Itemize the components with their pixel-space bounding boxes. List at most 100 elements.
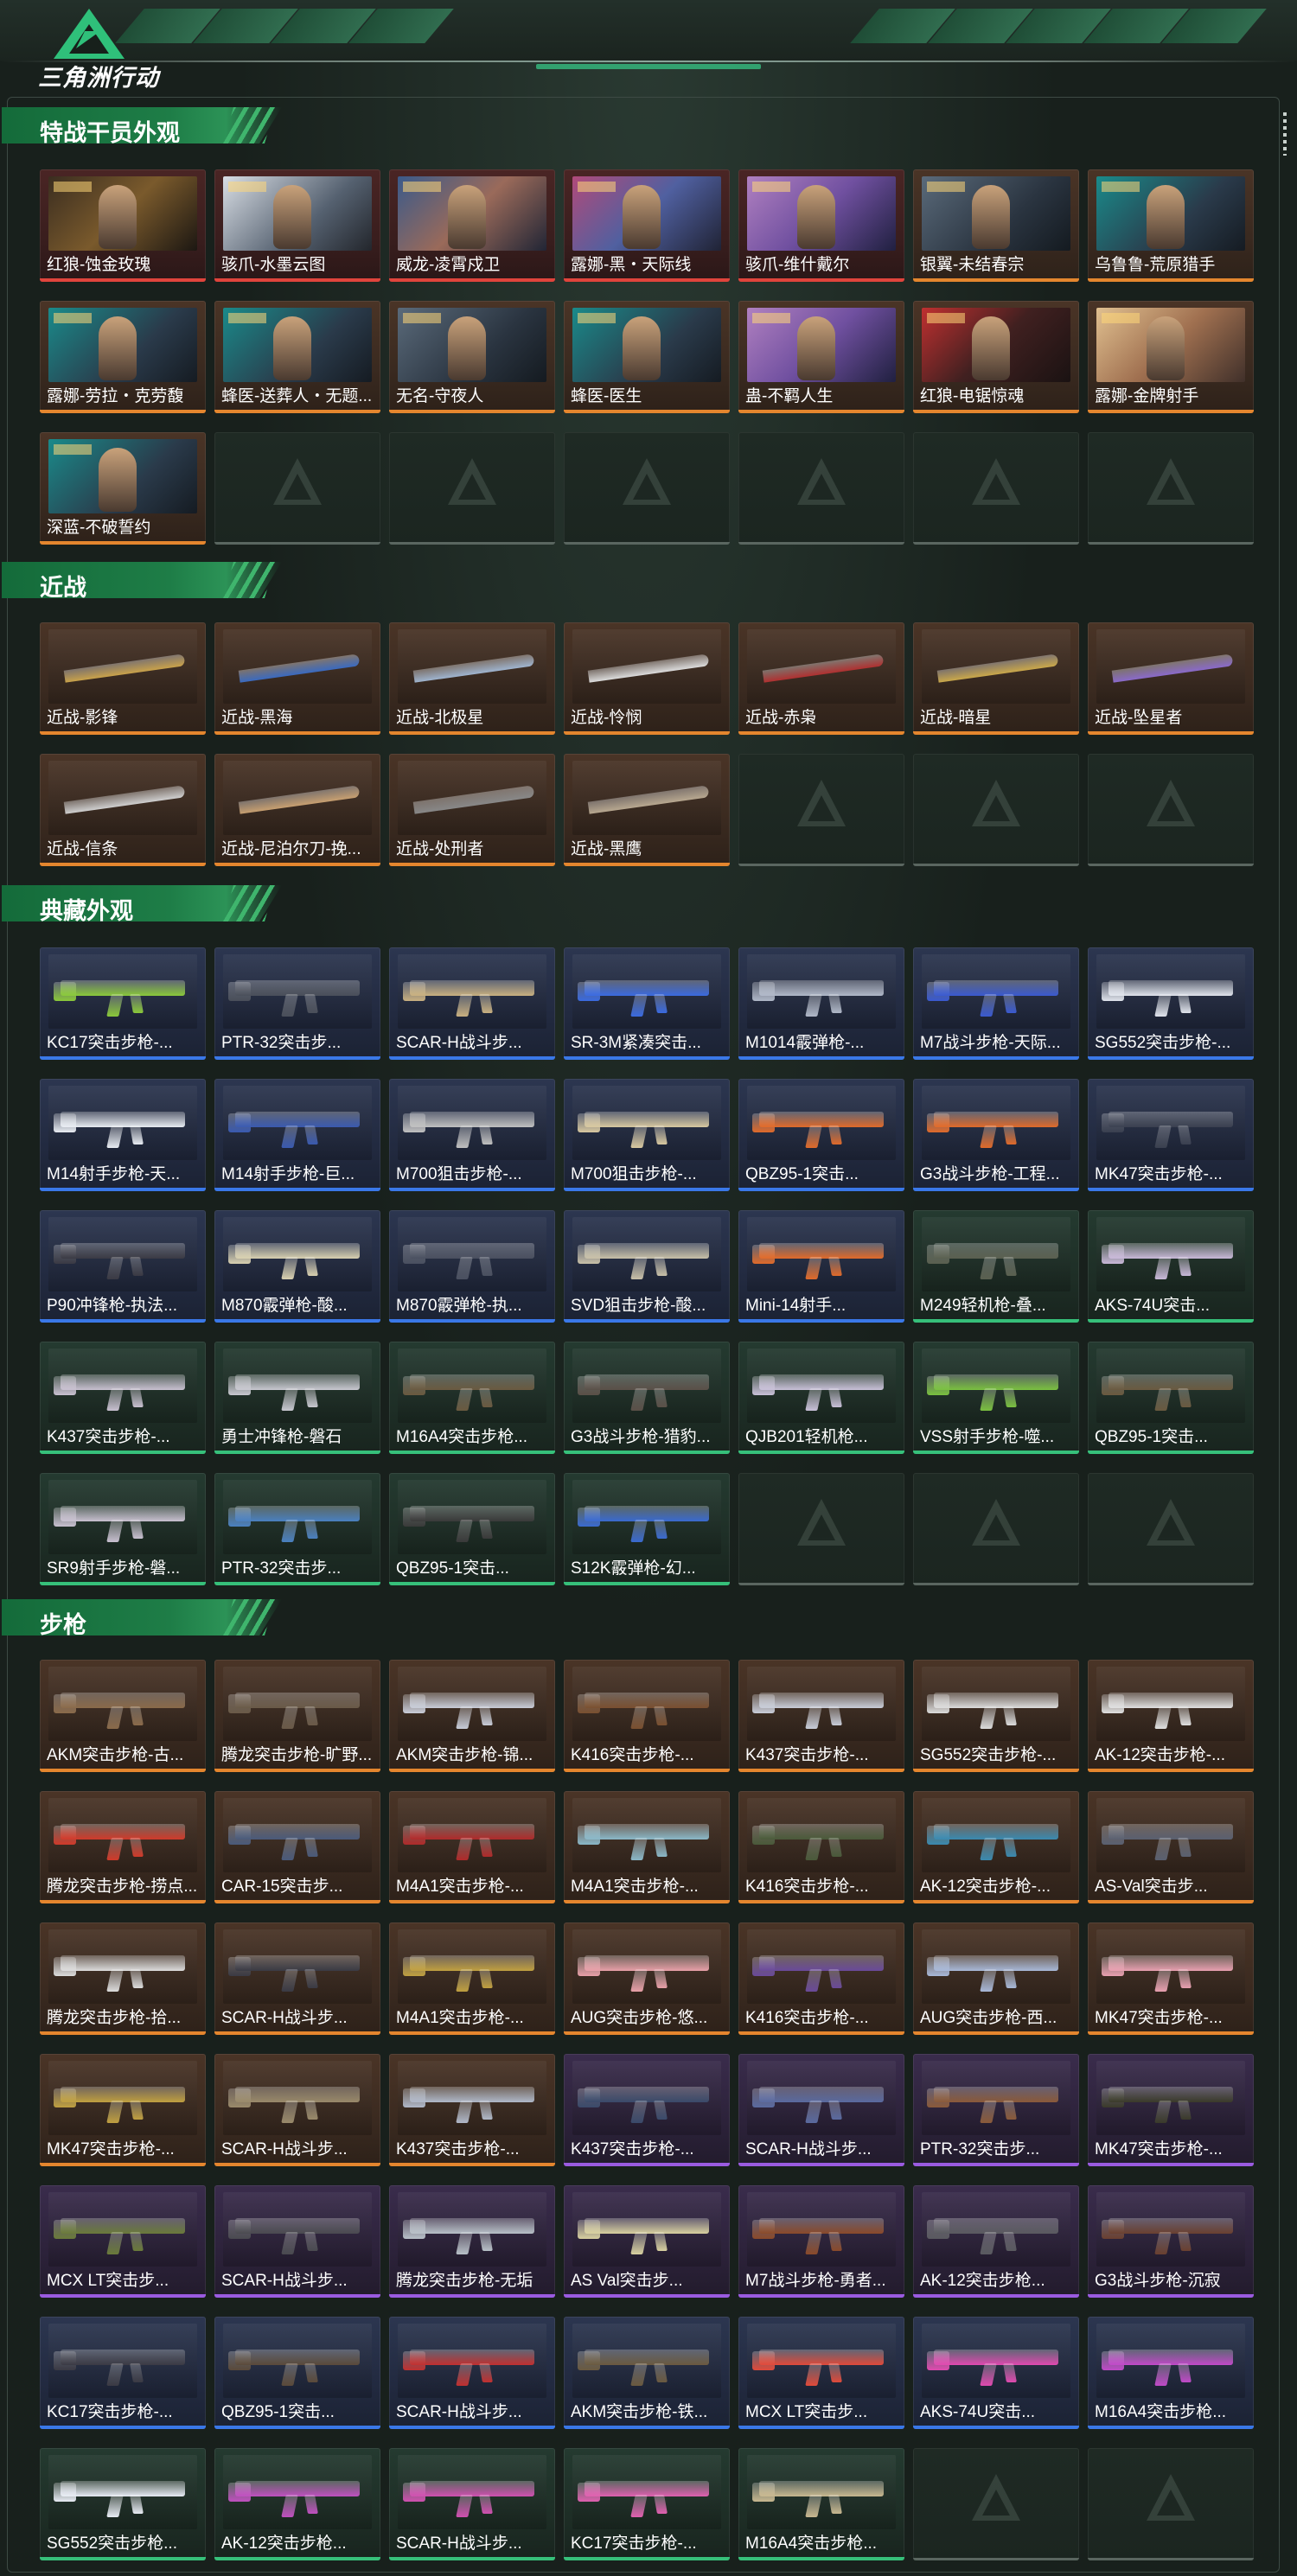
skin-card[interactable]: KC17突击步枪-... [40, 2317, 206, 2429]
skin-card[interactable]: 近战-怜悯 [564, 622, 730, 735]
skin-card[interactable]: SCAR-H战斗步... [214, 2054, 380, 2166]
skin-card[interactable]: 腾龙突击步枪-无垢 [389, 2185, 555, 2298]
scrollbar[interactable] [1283, 112, 1287, 156]
skin-card[interactable]: K416突击步枪-... [564, 1660, 730, 1772]
skin-card[interactable]: SVD狙击步枪-酸... [564, 1210, 730, 1323]
skin-card[interactable]: MK47突击步枪-... [1088, 1079, 1254, 1191]
skin-card[interactable]: SG552突击步枪-... [913, 1660, 1079, 1772]
skin-card[interactable]: SG552突击步枪-... [1088, 947, 1254, 1060]
skin-card[interactable]: AKM突击步枪-锦... [389, 1660, 555, 1772]
skin-card[interactable]: 腾龙突击步枪-拾... [40, 1922, 206, 2035]
skin-card[interactable]: AKM突击步枪-铁... [564, 2317, 730, 2429]
skin-card[interactable]: MCX LT突击步... [738, 2317, 904, 2429]
skin-card[interactable]: SCAR-H战斗步... [389, 947, 555, 1060]
skin-card[interactable]: K437突击步枪-... [389, 2054, 555, 2166]
skin-card[interactable]: AKS-74U突击... [913, 2317, 1079, 2429]
skin-card[interactable]: 露娜-黑・天际线 [564, 169, 730, 282]
skin-card[interactable]: QJB201轻机枪... [738, 1342, 904, 1454]
skin-card[interactable]: SCAR-H战斗步... [738, 2054, 904, 2166]
skin-card[interactable]: MK47突击步枪-... [1088, 2054, 1254, 2166]
skin-card[interactable]: VSS射手步枪-噬... [913, 1342, 1079, 1454]
skin-card[interactable]: AK-12突击步枪-... [1088, 1660, 1254, 1772]
skin-card[interactable]: 近战-暗星 [913, 622, 1079, 735]
skin-card[interactable]: K437突击步枪-... [40, 1342, 206, 1454]
skin-card[interactable]: KC17突击步枪-... [40, 947, 206, 1060]
skin-card[interactable]: 近战-影锋 [40, 622, 206, 735]
skin-card[interactable]: M700狙击步枪-... [564, 1079, 730, 1191]
skin-card[interactable]: AS Val突击步... [564, 2185, 730, 2298]
skin-card[interactable]: 骇爪-水墨云图 [214, 169, 380, 282]
skin-card[interactable]: M4A1突击步枪-... [389, 1791, 555, 1903]
skin-card[interactable]: M14射手步枪-天... [40, 1079, 206, 1191]
skin-card[interactable]: 深蓝-不破誓约 [40, 432, 206, 545]
skin-card[interactable]: 腾龙突击步枪-捞点... [40, 1791, 206, 1903]
skin-card[interactable]: M7战斗步枪-天际... [913, 947, 1079, 1060]
skin-card[interactable]: 红狼-电锯惊魂 [913, 301, 1079, 413]
skin-card[interactable]: M16A4突击步枪... [738, 2448, 904, 2560]
skin-card[interactable]: MCX LT突击步... [40, 2185, 206, 2298]
skin-card[interactable]: M870霰弹枪-执... [389, 1210, 555, 1323]
skin-card[interactable]: SR-3M紧凑突击... [564, 947, 730, 1060]
skin-card[interactable]: 腾龙突击步枪-旷野... [214, 1660, 380, 1772]
skin-card[interactable]: QBZ95-1突击... [1088, 1342, 1254, 1454]
skin-card[interactable]: 银翼-未结春宗 [913, 169, 1079, 282]
skin-card[interactable]: P90冲锋枪-执法... [40, 1210, 206, 1323]
skin-card[interactable]: AKS-74U突击... [1088, 1210, 1254, 1323]
skin-card[interactable]: 近战-尼泊尔刀-挽... [214, 754, 380, 866]
skin-card[interactable]: 无名-守夜人 [389, 301, 555, 413]
skin-card[interactable]: 勇士冲锋枪-磐石 [214, 1342, 380, 1454]
skin-card[interactable]: M870霰弹枪-酸... [214, 1210, 380, 1323]
skin-card[interactable]: 骇爪-维什戴尔 [738, 169, 904, 282]
skin-card[interactable]: 蜂医-送葬人・无题... [214, 301, 380, 413]
skin-card[interactable]: AKM突击步枪-古... [40, 1660, 206, 1772]
skin-card[interactable]: CAR-15突击步... [214, 1791, 380, 1903]
skin-card[interactable]: K416突击步枪-... [738, 1791, 904, 1903]
skin-card[interactable]: AK-12突击步枪-... [913, 1791, 1079, 1903]
skin-card[interactable]: M249轻机枪-叠... [913, 1210, 1079, 1323]
skin-card[interactable]: M16A4突击步枪... [1088, 2317, 1254, 2429]
skin-card[interactable]: 红狼-蚀金玫瑰 [40, 169, 206, 282]
skin-card[interactable]: 露娜-劳拉・克劳馥 [40, 301, 206, 413]
skin-card[interactable]: G3战斗步枪-工程... [913, 1079, 1079, 1191]
skin-card[interactable]: AK-12突击步枪... [913, 2185, 1079, 2298]
skin-card[interactable]: QBZ95-1突击... [389, 1473, 555, 1585]
skin-card[interactable]: QBZ95-1突击... [214, 2317, 380, 2429]
skin-card[interactable]: SCAR-H战斗步... [389, 2317, 555, 2429]
skin-card[interactable]: M14射手步枪-巨... [214, 1079, 380, 1191]
skin-card[interactable]: Mini-14射手... [738, 1210, 904, 1323]
skin-card[interactable]: 近战-处刑者 [389, 754, 555, 866]
skin-card[interactable]: AS-Val突击步... [1088, 1791, 1254, 1903]
skin-card[interactable]: S12K霰弹枪-幻... [564, 1473, 730, 1585]
skin-card[interactable]: 近战-信条 [40, 754, 206, 866]
skin-card[interactable]: SR9射手步枪-磐... [40, 1473, 206, 1585]
skin-card[interactable]: G3战斗步枪-沉寂 [1088, 2185, 1254, 2298]
skin-card[interactable]: 蜂医-医生 [564, 301, 730, 413]
skin-card[interactable]: AUG突击步枪-悠... [564, 1922, 730, 2035]
skin-card[interactable]: M4A1突击步枪-... [564, 1791, 730, 1903]
skin-card[interactable]: 威龙-凌霄戍卫 [389, 169, 555, 282]
skin-card[interactable]: K437突击步枪-... [738, 1660, 904, 1772]
skin-card[interactable]: K416突击步枪-... [738, 1922, 904, 2035]
skin-card[interactable]: AK-12突击步枪... [214, 2448, 380, 2560]
skin-card[interactable]: 乌鲁鲁-荒原猎手 [1088, 169, 1254, 282]
skin-card[interactable]: QBZ95-1突击... [738, 1079, 904, 1191]
skin-card[interactable]: 近战-黑鹰 [564, 754, 730, 866]
skin-card[interactable]: 近战-黑海 [214, 622, 380, 735]
skin-card[interactable]: 蛊-不羁人生 [738, 301, 904, 413]
skin-card[interactable]: KC17突击步枪-... [564, 2448, 730, 2560]
skin-card[interactable]: 近战-北极星 [389, 622, 555, 735]
skin-card[interactable]: M1014霰弹枪-... [738, 947, 904, 1060]
skin-card[interactable]: 露娜-金牌射手 [1088, 301, 1254, 413]
skin-card[interactable]: AUG突击步枪-西... [913, 1922, 1079, 2035]
skin-card[interactable]: M4A1突击步枪-... [389, 1922, 555, 2035]
skin-card[interactable]: G3战斗步枪-猎豹... [564, 1342, 730, 1454]
skin-card[interactable]: SCAR-H战斗步... [389, 2448, 555, 2560]
skin-card[interactable]: SCAR-H战斗步... [214, 1922, 380, 2035]
skin-card[interactable]: K437突击步枪-... [564, 2054, 730, 2166]
skin-card[interactable]: 近战-坠星者 [1088, 622, 1254, 735]
skin-card[interactable]: PTR-32突击步... [913, 2054, 1079, 2166]
skin-card[interactable]: SCAR-H战斗步... [214, 2185, 380, 2298]
skin-card[interactable]: PTR-32突击步... [214, 947, 380, 1060]
skin-card[interactable]: PTR-32突击步... [214, 1473, 380, 1585]
skin-card[interactable]: M7战斗步枪-勇者... [738, 2185, 904, 2298]
